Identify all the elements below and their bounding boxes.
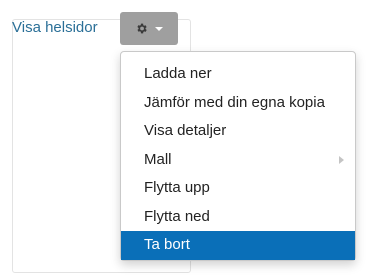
chevron-right-icon — [339, 155, 344, 164]
menu-item-move-up[interactable]: Flytta upp — [121, 174, 355, 203]
menu-item-template[interactable]: Mall — [121, 146, 355, 175]
page: Visa helsidor Ladda ner Jämför med din e… — [0, 0, 376, 278]
actions-menu-button[interactable] — [120, 12, 178, 45]
menu-item-move-down[interactable]: Flytta ned — [121, 203, 355, 232]
actions-dropdown-menu: Ladda ner Jämför med din egna kopia Visa… — [120, 51, 356, 261]
menu-item-delete[interactable]: Ta bort — [121, 231, 355, 260]
menu-item-show-details[interactable]: Visa detaljer — [121, 117, 355, 146]
menu-item-template-label: Mall — [144, 150, 172, 168]
caret-down-icon — [155, 27, 163, 31]
view-fullpages-link[interactable]: Visa helsidor — [12, 19, 98, 37]
menu-item-compare-own-copy[interactable]: Jämför med din egna kopia — [121, 89, 355, 118]
gear-icon — [135, 22, 148, 35]
menu-item-download[interactable]: Ladda ner — [121, 60, 355, 89]
